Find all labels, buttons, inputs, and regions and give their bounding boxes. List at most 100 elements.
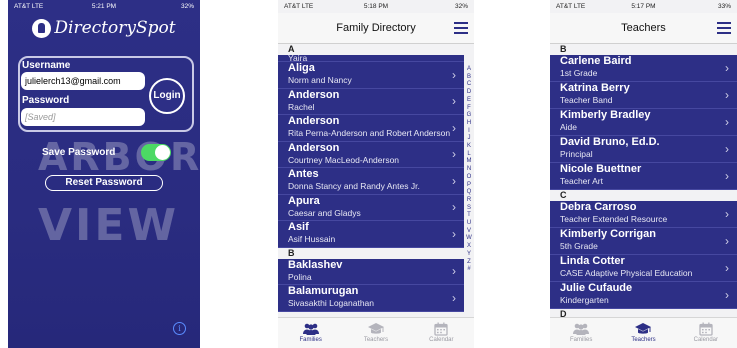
app-name: DirectorySpot <box>54 18 176 38</box>
reset-password-button[interactable]: Reset Password <box>45 175 163 191</box>
index-letter[interactable]: T <box>464 212 474 220</box>
list-item-name: Debra Carroso <box>560 201 637 213</box>
index-letter[interactable]: E <box>464 97 474 105</box>
section-header: C <box>550 190 737 201</box>
tab-families[interactable]: Families <box>550 318 612 348</box>
login-button[interactable]: Login <box>149 78 185 114</box>
chevron-right-icon: › <box>452 147 456 162</box>
login-screen: AT&T LTE 5:21 PM 32% ARBOR VIEW Director… <box>8 0 200 348</box>
list-item[interactable]: Asif Asif Hussain › <box>278 221 464 248</box>
index-letter[interactable]: N <box>464 166 474 174</box>
index-letter[interactable]: G <box>464 112 474 120</box>
tab-calendar[interactable]: Calendar <box>675 318 737 348</box>
chevron-right-icon: › <box>452 94 456 109</box>
page-title: Teachers <box>621 22 666 34</box>
index-letter[interactable]: V <box>464 228 474 236</box>
tab-bar: Families Teachers Calendar <box>550 317 737 348</box>
list-item-subtitle: Yaira <box>288 55 308 61</box>
tab-families[interactable]: Families <box>278 318 343 348</box>
chevron-right-icon: › <box>725 234 729 248</box>
username-field[interactable]: julielerch13@gmail.com <box>21 72 145 90</box>
list-item[interactable]: Balamurugan Sivasakthi Loganathan › <box>278 285 464 312</box>
list-item-name: Apura <box>288 194 320 207</box>
time-label: 5:21 PM <box>91 3 117 10</box>
list-item[interactable]: Debra Carroso Teacher Extended Resource › <box>550 201 737 228</box>
index-letter[interactable]: B <box>464 74 474 82</box>
time-label: 5:18 PM <box>363 3 389 10</box>
tab-label: Families <box>569 337 593 343</box>
list-item-subtitle: Polina <box>288 271 312 282</box>
list-item-subtitle: Sivasakthi Loganathan <box>288 298 375 308</box>
list-item[interactable]: Baklashev Polina › <box>278 258 464 285</box>
list-item[interactable]: Kimberly Corrigan 5th Grade › <box>550 228 737 255</box>
list-item[interactable]: Aliga Norm and Nancy › <box>278 62 464 89</box>
password-field[interactable]: [Saved] <box>21 108 145 126</box>
index-letter[interactable]: # <box>464 266 474 274</box>
index-letter[interactable]: R <box>464 197 474 205</box>
index-letter[interactable]: F <box>464 105 474 113</box>
list-item[interactable]: Julie Cufaude Kindergarten › <box>550 282 737 309</box>
list-item[interactable]: Apura Caesar and Gladys › <box>278 194 464 221</box>
list-item-name: David Bruno, Ed.D. <box>560 136 660 148</box>
index-letter[interactable]: O <box>464 174 474 182</box>
chevron-right-icon: › <box>725 61 729 75</box>
list-item-name: Carlene Baird <box>560 55 632 67</box>
list-item[interactable]: Kimberly Bradley Aide › <box>550 109 737 136</box>
status-bar: AT&T LTE 5:18 PM 32% <box>278 0 474 13</box>
index-letter[interactable]: M <box>464 158 474 166</box>
list-item-name: Kimberly Corrigan <box>560 228 656 240</box>
chevron-right-icon: › <box>452 200 456 215</box>
list-item[interactable]: Anderson Courtney MacLeod-Anderson › <box>278 141 464 168</box>
index-letter[interactable]: Y <box>464 251 474 259</box>
menu-icon[interactable] <box>454 22 468 37</box>
info-icon[interactable]: i <box>173 322 186 335</box>
list-item-subtitle: 5th Grade <box>560 241 598 251</box>
index-letter[interactable]: W <box>464 235 474 243</box>
index-letter[interactable]: D <box>464 89 474 97</box>
index-letter[interactable]: Z <box>464 259 474 267</box>
index-letter[interactable]: I <box>464 128 474 136</box>
index-letter[interactable]: L <box>464 151 474 159</box>
list-item[interactable]: Nicole Buettner Teacher Art › <box>550 163 737 190</box>
save-password-toggle[interactable] <box>141 144 171 161</box>
list-item[interactable]: Carlene Baird 1st Grade › <box>550 55 737 82</box>
list-item-subtitle: 1st Grade <box>560 68 598 78</box>
index-letter[interactable]: P <box>464 182 474 190</box>
index-letter[interactable]: C <box>464 81 474 89</box>
status-bar: AT&T LTE 5:17 PM 33% <box>550 0 737 13</box>
chevron-right-icon: › <box>725 169 729 183</box>
section-index[interactable]: A B C D E F G H I J K L M N O P Q R S T U V W X Y Z # <box>464 66 474 296</box>
menu-icon[interactable] <box>717 22 731 37</box>
family-list[interactable]: A Yaira Aliga Norm and Nancy › Anderson Rachel… <box>278 44 464 318</box>
list-item[interactable]: Katrina Berry Teacher Band › <box>550 82 737 109</box>
list-item[interactable]: David Bruno, Ed.D. Principal › <box>550 136 737 163</box>
toggle-knob <box>155 145 170 160</box>
index-letter[interactable]: H <box>464 120 474 128</box>
section-header: A <box>278 44 464 55</box>
index-letter[interactable]: Q <box>464 189 474 197</box>
tab-calendar[interactable]: Calendar <box>409 318 474 348</box>
list-item-subtitle: Kindergarten <box>560 295 609 305</box>
index-letter[interactable]: K <box>464 143 474 151</box>
index-letter[interactable]: J <box>464 135 474 143</box>
tab-label: Teachers <box>363 337 389 343</box>
index-letter[interactable]: A <box>464 66 474 74</box>
index-letter[interactable]: X <box>464 243 474 251</box>
index-letter[interactable]: U <box>464 220 474 228</box>
list-item-subtitle: Asif Hussain <box>288 234 336 244</box>
chevron-right-icon: › <box>452 290 456 305</box>
list-item[interactable]: Antes Donna Stancy and Randy Antes Jr. › <box>278 168 464 195</box>
list-item[interactable]: Anderson Rita Perna-Anderson and Robert A… <box>278 115 464 142</box>
list-item-name: Anderson <box>288 88 340 101</box>
tab-label: Calendar <box>429 337 454 343</box>
tab-teachers[interactable]: Teachers <box>612 318 674 348</box>
index-letter[interactable]: S <box>464 205 474 213</box>
list-item-name: Antes <box>288 168 319 180</box>
list-item[interactable]: Anderson Rachel › <box>278 88 464 115</box>
teacher-list[interactable]: B Carlene Baird 1st Grade › Katrina Berry Tea… <box>550 44 737 318</box>
list-item[interactable]: Yaira <box>278 55 464 62</box>
status-bar: AT&T LTE 5:21 PM 32% <box>8 0 200 13</box>
list-item[interactable]: Linda Cotter CASE Adaptive Physical Educa… <box>550 255 737 282</box>
tab-teachers[interactable]: Teachers <box>343 318 408 348</box>
list-item-name: Balamurugan <box>288 285 359 297</box>
